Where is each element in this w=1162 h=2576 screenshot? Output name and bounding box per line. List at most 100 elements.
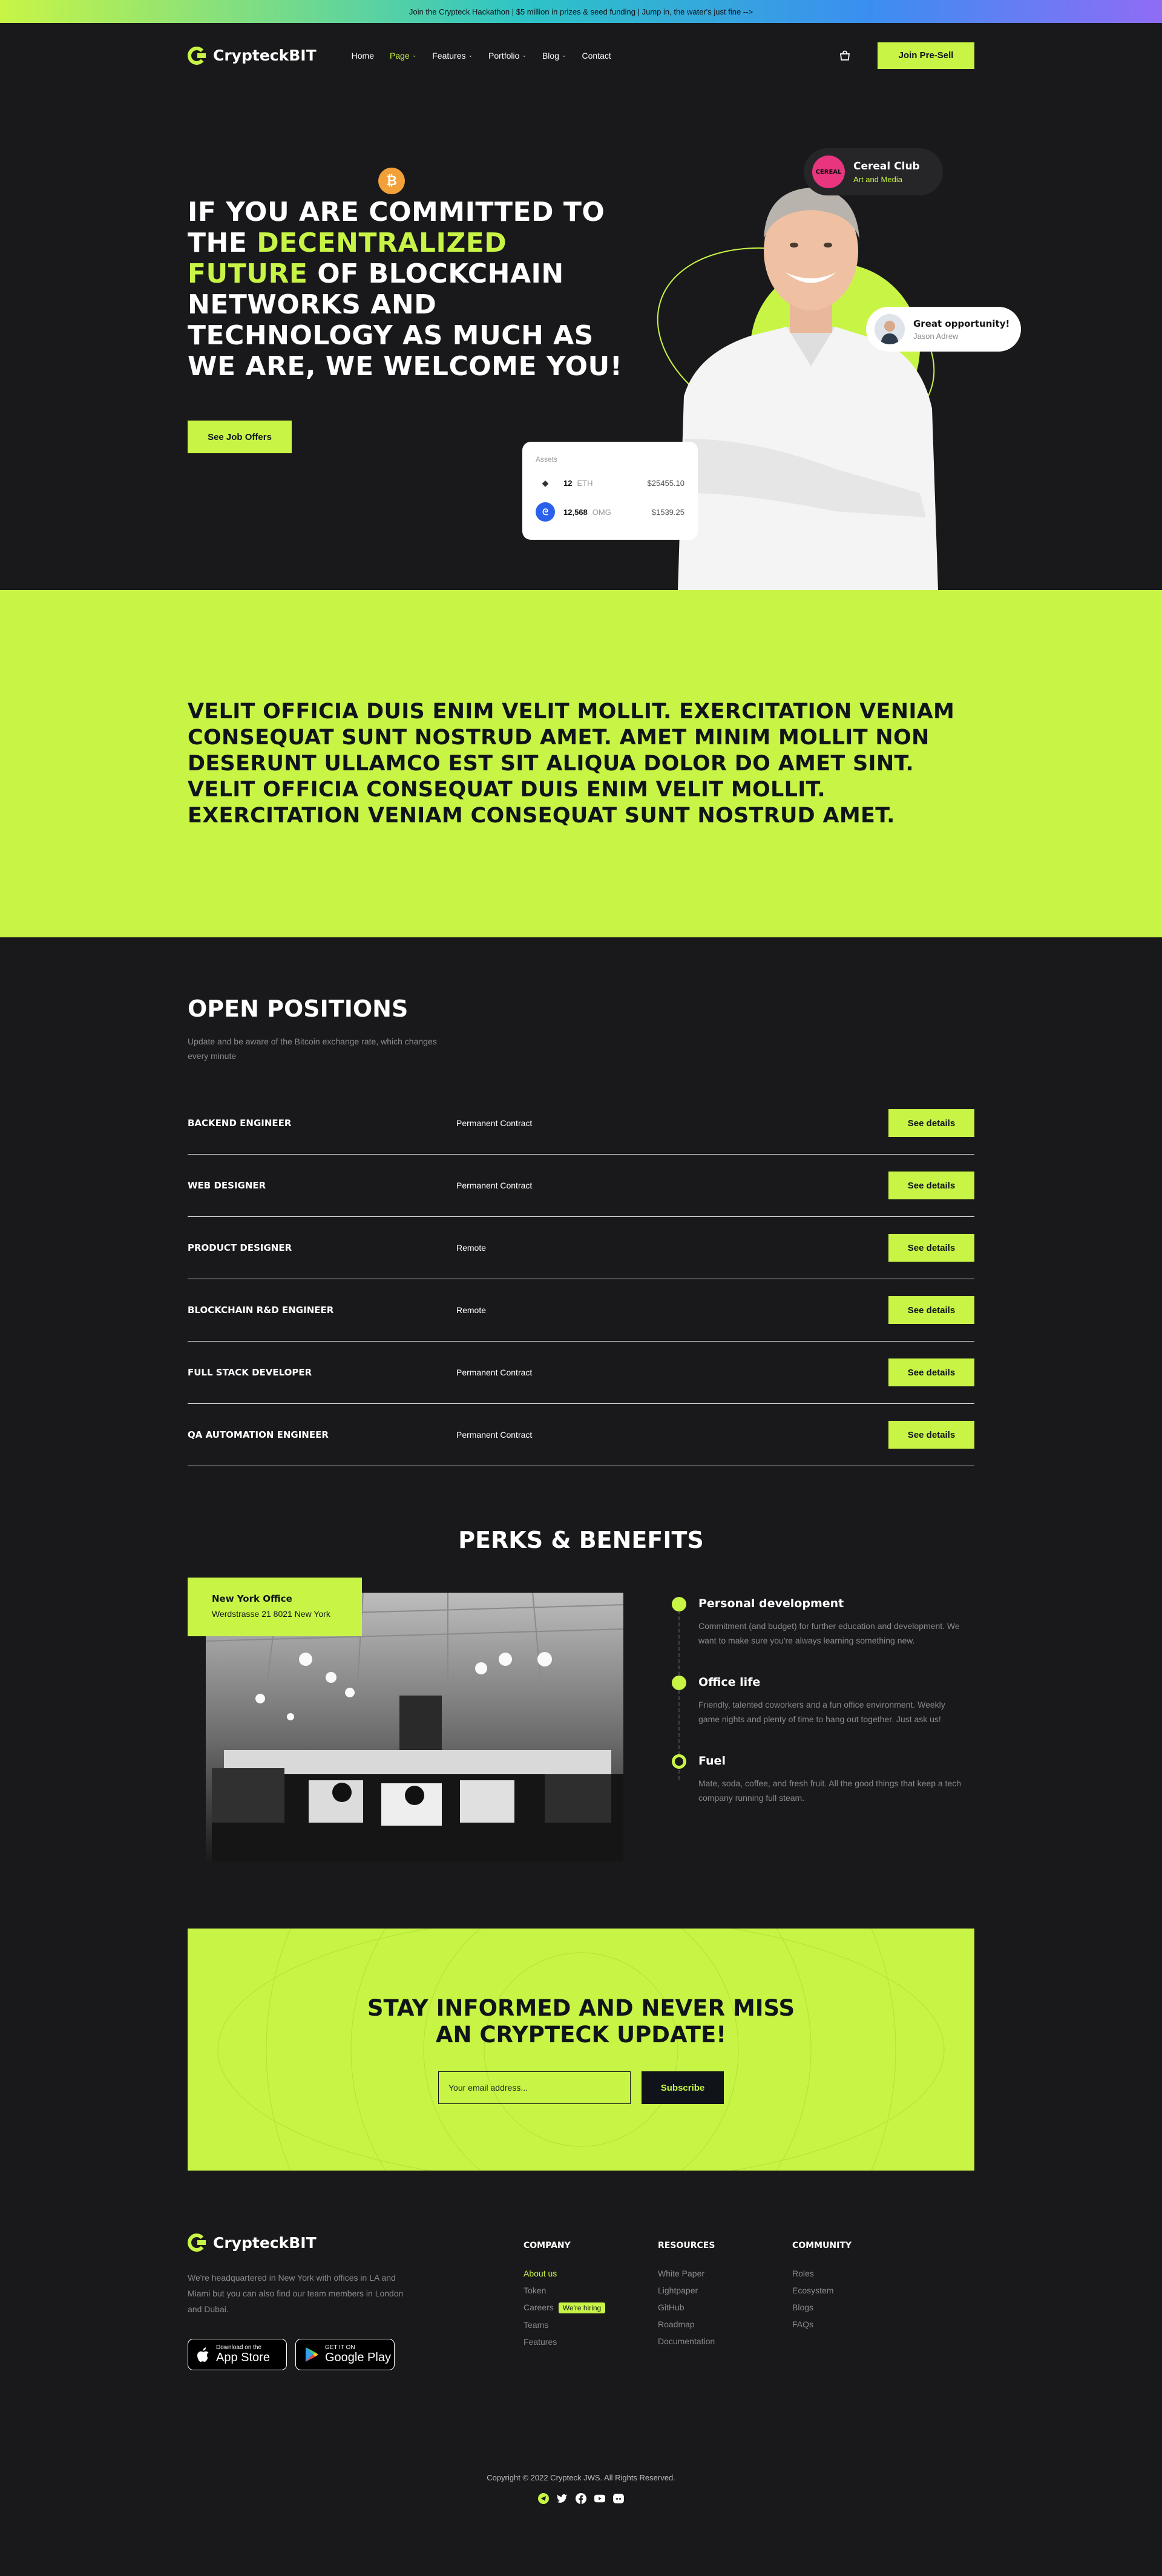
cereal-club-card[interactable]: CEREAL Cereal Club Art and Media <box>804 148 943 195</box>
nav-item-portfolio[interactable]: Portfolio ⌄ <box>488 51 527 61</box>
subscribe-section: Stay informed and never miss an Crypteck… <box>188 1929 974 2171</box>
announcement-bar[interactable]: Join the Crypteck Hackathon | $5 million… <box>0 0 1162 23</box>
email-input[interactable] <box>438 2071 631 2104</box>
see-details-button[interactable]: See details <box>888 1296 974 1324</box>
perks-title: Perks & Benefits <box>458 1527 704 1553</box>
position-title: Blockchain R&D Engineer <box>188 1305 334 1316</box>
see-details-button[interactable]: See details <box>888 1358 974 1386</box>
footer-link[interactable]: White Paper <box>658 2265 792 2282</box>
cereal-club-avatar-text: CEREAL <box>815 168 842 175</box>
see-details-button[interactable]: See details <box>888 1421 974 1449</box>
footer-link[interactable]: FAQs <box>792 2316 927 2333</box>
nav-item-features[interactable]: Features ⌄ <box>432 51 473 61</box>
footer-link-label: About us <box>524 2269 557 2278</box>
footer-link[interactable]: Ecosystem <box>792 2282 927 2299</box>
see-details-button[interactable]: See details <box>888 1172 974 1199</box>
footer-link-label: Token <box>524 2286 547 2295</box>
copyright-text: Copyright © 2022 Crypteck JWS. All Right… <box>487 2473 675 2482</box>
subscribe-title: Stay informed and never miss an Crypteck… <box>367 1995 795 2048</box>
position-row: Backend Engineer Permanent Contract See de… <box>188 1092 974 1155</box>
open-positions-section: Open Positions Update and be aware of th… <box>0 937 1162 1466</box>
assets-card: Assets ◆ 12 ETH $25455.10 ᘓ 12,568 OMG $… <box>522 442 698 540</box>
perk-text: Mate, soda, coffee, and fresh fruit. All… <box>698 1778 962 1803</box>
footer-about-text: We're headquartered in New York with off… <box>188 2273 404 2314</box>
footer-columns: Company About us Token Careers We're hiring T… <box>524 2232 927 2370</box>
nav-item-label: Contact <box>582 50 611 61</box>
position-type: Permanent Contract <box>456 1118 533 1128</box>
position-type: Permanent Contract <box>456 1368 533 1377</box>
footer-logo[interactable]: CrypteckBIT <box>188 2232 524 2253</box>
opportunity-card[interactable]: Great opportunity! Jason Adrew <box>866 307 1021 352</box>
join-presale-button[interactable]: Join Pre-Sell <box>878 42 974 69</box>
timeline-dot <box>672 1597 686 1611</box>
nav-item-blog[interactable]: Blog ⌄ <box>542 51 566 61</box>
asset-symbol: OMG <box>592 507 611 517</box>
footer-link[interactable]: Features <box>524 2333 658 2350</box>
footer-link[interactable]: Lightpaper <box>658 2282 792 2299</box>
asset-symbol: ETH <box>577 478 593 488</box>
brand-logo[interactable]: CrypteckBIT <box>188 45 317 66</box>
twitter-icon[interactable] <box>557 2493 568 2504</box>
asset-value: $25455.10 <box>647 478 684 488</box>
footer-link[interactable]: Teams <box>524 2316 658 2333</box>
positions-list: Backend Engineer Permanent Contract See de… <box>188 1092 974 1466</box>
subscribe-button[interactable]: Subscribe <box>642 2071 724 2104</box>
social-links <box>188 2493 974 2504</box>
asset-value: $1539.25 <box>651 507 684 517</box>
hero-heading: IF YOU ARE COMMITTED TO THE DECENTRALIZE… <box>188 197 623 382</box>
position-title: QA Automation Engineer <box>188 1429 329 1440</box>
bitcoin-icon: ₿ <box>378 168 405 194</box>
footer-link-label: Documentation <box>658 2336 715 2346</box>
store-caption: Download on the <box>216 2344 262 2351</box>
nav-item-home[interactable]: Home <box>352 51 374 61</box>
position-row: Product Designer Remote See details <box>188 1217 974 1279</box>
position-title: Product Designer <box>188 1242 292 1253</box>
asset-row: ◆ 12 ETH $25455.10 <box>536 473 684 493</box>
discord-icon[interactable] <box>613 2493 624 2504</box>
store-caption: GET IT ON <box>325 2344 355 2351</box>
shopping-bag-icon[interactable] <box>839 50 851 62</box>
position-title: Backend Engineer <box>188 1118 292 1129</box>
nav-item-page[interactable]: Page ⌄ <box>390 51 416 61</box>
office-title: New York Office <box>212 1593 292 1604</box>
asset-amount: 12 <box>563 478 573 488</box>
brand-logo-icon <box>188 2234 206 2252</box>
telegram-icon[interactable] <box>538 2493 549 2504</box>
see-job-offers-button[interactable]: See Job Offers <box>188 421 292 453</box>
app-store-badges: Download on the App Store GET IT ON Goog… <box>188 2339 524 2370</box>
footer-link[interactable]: Documentation <box>658 2333 792 2350</box>
omg-icon: ᘓ <box>536 502 555 522</box>
footer-link[interactable]: Careers We're hiring <box>524 2299 658 2316</box>
footer-link[interactable]: Roles <box>792 2265 927 2282</box>
announcement-text[interactable]: Join the Crypteck Hackathon | $5 million… <box>409 7 753 16</box>
footer-link-label: Lightpaper <box>658 2286 698 2295</box>
perk-text: Commitment (and budget) for further educ… <box>698 1621 960 1645</box>
footer-link-label: Careers <box>524 2302 554 2312</box>
see-details-button[interactable]: See details <box>888 1234 974 1262</box>
nav-item-label: Blog <box>542 50 559 61</box>
footer-column-title: Community <box>792 2241 852 2250</box>
see-details-button[interactable]: See details <box>888 1109 974 1137</box>
footer-link[interactable]: Token <box>524 2282 658 2299</box>
app-store-button[interactable]: Download on the App Store <box>188 2339 287 2370</box>
google-play-button[interactable]: GET IT ON Google Play <box>295 2339 395 2370</box>
ethereum-icon: ◆ <box>536 473 555 493</box>
nav-item-contact[interactable]: Contact <box>582 51 611 61</box>
position-row: Blockchain R&D Engineer Remote See details <box>188 1279 974 1342</box>
opportunity-title: Great opportunity! <box>913 318 1010 329</box>
asset-row: ᘓ 12,568 OMG $1539.25 <box>536 502 684 522</box>
perk-title: Personal development <box>698 1597 844 1610</box>
youtube-icon[interactable] <box>594 2493 605 2504</box>
facebook-icon[interactable] <box>576 2493 586 2504</box>
footer-link-label: White Paper <box>658 2269 705 2278</box>
bitcoin-symbol: ₿ <box>386 174 397 189</box>
footer-link[interactable]: About us <box>524 2265 658 2282</box>
positions-title: Open Positions <box>188 995 409 1022</box>
footer-column-community: Community Roles Ecosystem Blogs FAQs <box>792 2232 927 2370</box>
footer-link[interactable]: GitHub <box>658 2299 792 2316</box>
nav-item-label: Page <box>390 50 410 61</box>
brand-logo-icon <box>188 46 206 65</box>
footer-link[interactable]: Roadmap <box>658 2316 792 2333</box>
position-title: Full Stack Developer <box>188 1367 312 1378</box>
footer-link[interactable]: Blogs <box>792 2299 927 2316</box>
